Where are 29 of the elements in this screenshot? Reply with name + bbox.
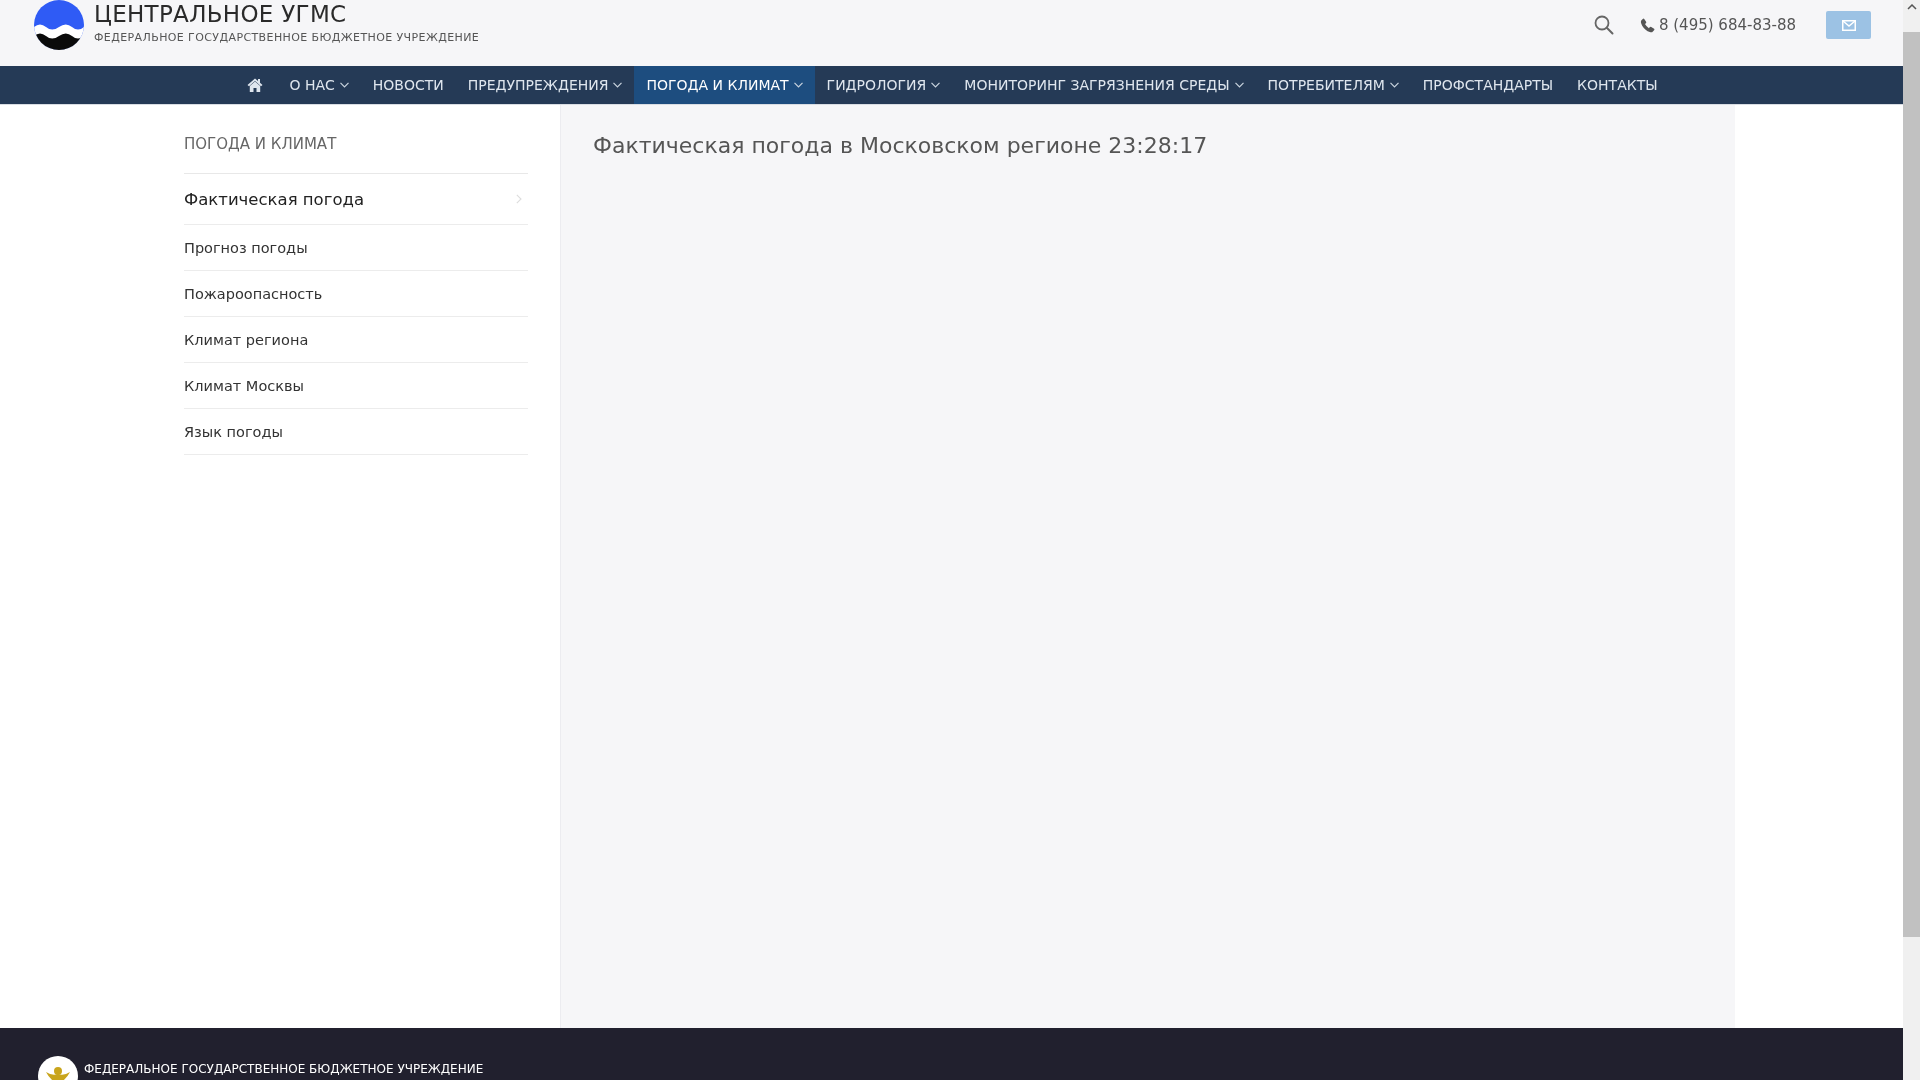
site-subtitle: ФЕДЕРАЛЬНОЕ ГОСУДАРСТВЕННОЕ БЮДЖЕТНОЕ УЧРЕЖДЕНИЕ xyxy=(94,31,480,44)
sidebar-link[interactable]: Фактическая погода xyxy=(184,174,528,225)
sidebar-link[interactable]: Климат региона xyxy=(184,317,528,363)
site-title: ЦЕНТРАЛЬНОЕ УГМС xyxy=(94,0,348,28)
nav-menu-item[interactable]: КОНТАКТЫ xyxy=(1565,66,1670,104)
nav-menu-item[interactable]: О НАС xyxy=(277,66,361,104)
phone-number[interactable]: 8 (495) 684-83-88 xyxy=(1658,16,1796,34)
nav-menu-item[interactable]: ПРОФСТАНДАРТЫ xyxy=(1410,66,1566,104)
search-icon[interactable] xyxy=(1593,15,1614,35)
nav-menu-item[interactable]: МОНИТОРИНГ ЗАГРЯЗНЕНИЯ СРЕДЫ xyxy=(952,66,1256,104)
scroll-up-icon[interactable] xyxy=(1906,4,1917,10)
nav-menu-item[interactable]: ГИДРОЛОГИЯ xyxy=(814,66,953,104)
sidebar-title: ПОГОДА И КЛИМАТ xyxy=(184,125,528,174)
page-heading: Фактическая погода в Московском регионе 23:28:17 xyxy=(593,133,1209,158)
nav-menu-item[interactable]: ПОТРЕБИТЕЛЯМ xyxy=(1255,66,1411,104)
scrollbar[interactable] xyxy=(1903,0,1920,1080)
chevron-right-icon xyxy=(516,194,522,204)
footer-text: ФЕДЕРАЛЬНОЕ ГОСУДАРСТВЕННОЕ БЮДЖЕТНОЕ УЧРЕЖДЕНИЕ xyxy=(84,1062,484,1076)
home-icon xyxy=(247,78,264,92)
nav-menu-item[interactable]: ПОГОДА И КЛИМАТ xyxy=(634,66,815,104)
sidebar-link[interactable]: Пожароопасность xyxy=(184,271,528,317)
sidebar-link[interactable]: Прогноз погоды xyxy=(184,225,528,271)
nav-menu-item[interactable]: НОВОСТИ xyxy=(360,66,456,104)
scrollbar-thumb[interactable] xyxy=(1903,32,1920,937)
sidebar-link[interactable]: Климат Москвы xyxy=(184,363,528,409)
phone-icon xyxy=(1639,17,1655,33)
nav-menu-item[interactable]: ПРЕДУПРЕЖДЕНИЯ xyxy=(455,66,635,104)
envelope-icon xyxy=(1841,19,1856,31)
sidebar-link[interactable]: Язык погоды xyxy=(184,409,528,455)
